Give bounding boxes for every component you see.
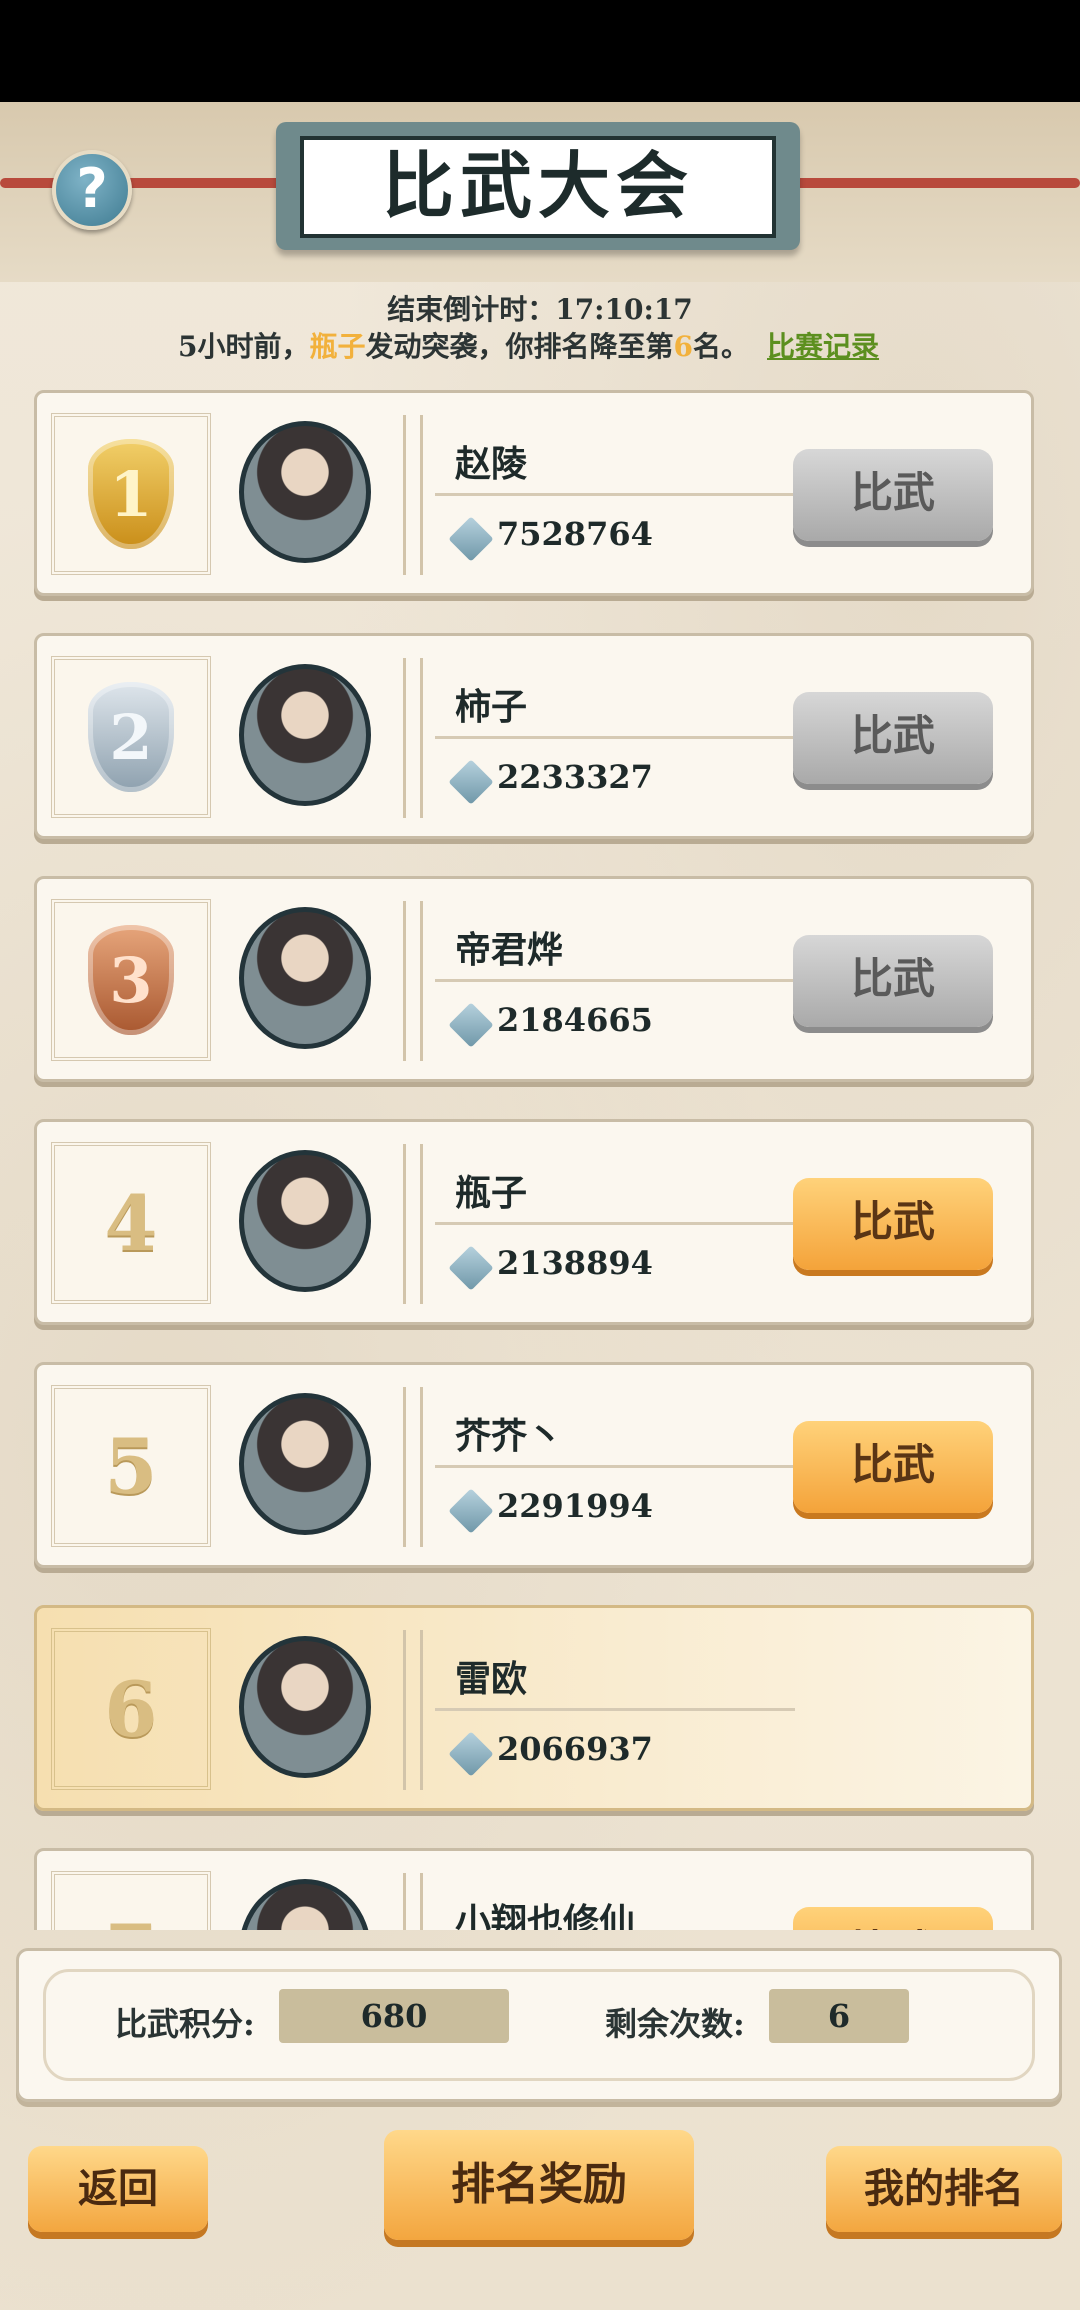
- crossed-swords-icon: [448, 1488, 494, 1534]
- divider: [403, 1873, 423, 1930]
- player-name: 柿子: [455, 686, 528, 728]
- rank-badge: 7: [51, 1871, 211, 1930]
- avatar[interactable]: [239, 1150, 371, 1292]
- avatar[interactable]: [239, 907, 371, 1049]
- countdown-label: 结束倒计时：: [387, 293, 556, 326]
- crossed-swords-icon: [448, 1731, 494, 1777]
- avatar[interactable]: [239, 664, 371, 806]
- combat-power: 7528764: [497, 515, 653, 553]
- score-value: 680: [279, 1989, 509, 2043]
- ranking-list[interactable]: 1 赵陵 7528764 比武 2 柿子 2233327 比武 3 帝君烨 21…: [0, 390, 1080, 1930]
- combat-power: 2233327: [497, 758, 653, 796]
- rank-number: 4: [104, 1178, 158, 1268]
- avatar[interactable]: [239, 1636, 371, 1778]
- player-name: 帝君烨: [455, 929, 564, 971]
- ranking-row: 3 帝君烨 2184665 比武: [34, 876, 1034, 1082]
- divider: [403, 1387, 423, 1547]
- ranking-row: 2 柿子 2233327 比武: [34, 633, 1034, 839]
- avatar[interactable]: [239, 1393, 371, 1535]
- divider: [403, 658, 423, 818]
- player-name: 雷欧: [455, 1658, 528, 1700]
- notice-attacker: 瓶子: [309, 330, 366, 363]
- player-name: 芥芥丶: [455, 1415, 564, 1457]
- divider: [403, 901, 423, 1061]
- rope-left: [0, 178, 300, 188]
- my-rank-button[interactable]: 我的排名: [826, 2146, 1062, 2232]
- rank-badge: 5: [51, 1385, 211, 1547]
- bronze-medal-icon: 3: [88, 925, 174, 1035]
- ranking-row: 4 瓶子 2138894 比武: [34, 1119, 1034, 1325]
- rank-badge: 1: [51, 413, 211, 575]
- divider: [435, 1465, 795, 1468]
- divider: [435, 979, 795, 982]
- rope-right: [776, 178, 1080, 188]
- rank-badge: 2: [51, 656, 211, 818]
- crossed-swords-icon: [448, 516, 494, 562]
- avatar[interactable]: [239, 1879, 371, 1930]
- combat-power: 2138894: [497, 1244, 653, 1282]
- notice-middle: 发动突袭，你排名降至第: [365, 330, 674, 363]
- challenge-button[interactable]: 比武: [793, 692, 993, 784]
- crossed-swords-icon: [448, 1245, 494, 1291]
- divider: [435, 1708, 795, 1711]
- notice-rank: 6: [673, 330, 693, 363]
- avatar[interactable]: [239, 421, 371, 563]
- score-label: 比武积分:: [115, 2005, 255, 2043]
- divider: [435, 1222, 795, 1225]
- silver-medal-icon: 2: [88, 682, 174, 792]
- remaining-value: 6: [769, 1989, 909, 2043]
- gold-medal-icon: 1: [88, 439, 174, 549]
- ranking-row: 1 赵陵 7528764 比武: [34, 390, 1034, 596]
- player-name: 赵陵: [455, 443, 528, 485]
- divider: [403, 1144, 423, 1304]
- page-title: 比武大会: [300, 136, 776, 238]
- ranking-row: 5 芥芥丶 2291994 比武: [34, 1362, 1034, 1568]
- divider: [435, 493, 795, 496]
- crossed-swords-icon: [448, 759, 494, 805]
- summary-panel: 比武积分: 680 剩余次数: 6: [16, 1948, 1062, 2102]
- back-button[interactable]: 返回: [28, 2146, 208, 2232]
- countdown-value: 17:10:17: [555, 293, 693, 326]
- divider: [435, 736, 795, 739]
- remaining-label: 剩余次数:: [605, 2005, 745, 2043]
- challenge-button[interactable]: 比武: [793, 1421, 993, 1513]
- divider: [403, 415, 423, 575]
- ranking-row: 7 小翔也修仙 比武: [34, 1848, 1034, 1930]
- combat-power: 2291994: [497, 1487, 653, 1525]
- ranking-row-self: 6 雷欧 2066937: [34, 1605, 1034, 1811]
- rank-badge: 4: [51, 1142, 211, 1304]
- rank-number: 6: [104, 1664, 158, 1754]
- rank-number: 5: [104, 1421, 158, 1511]
- player-name: 瓶子: [455, 1172, 528, 1214]
- challenge-button[interactable]: 比武: [793, 1178, 993, 1270]
- rank-reward-button[interactable]: 排名奖励: [384, 2130, 694, 2240]
- status-bar: [0, 0, 1080, 102]
- divider: [403, 1630, 423, 1790]
- crossed-swords-icon: [448, 1002, 494, 1048]
- rank-badge: 3: [51, 899, 211, 1061]
- rank-badge: 6: [51, 1628, 211, 1790]
- combat-power: 2184665: [497, 1001, 653, 1039]
- challenge-button[interactable]: 比武: [793, 935, 993, 1027]
- countdown: 结束倒计时：17:10:17: [0, 288, 1080, 328]
- notice-prefix: 5小时前，: [178, 330, 310, 363]
- raid-notice: 5小时前，瓶子发动突袭，你排名降至第6名。 比赛记录: [178, 325, 879, 365]
- combat-power: 2066937: [497, 1730, 653, 1768]
- match-record-link[interactable]: 比赛记录: [767, 330, 879, 363]
- player-name: 小翔也修仙: [455, 1901, 636, 1930]
- notice-suffix: 名。: [693, 330, 750, 363]
- help-button[interactable]: ?: [52, 150, 132, 230]
- challenge-button[interactable]: 比武: [793, 1907, 993, 1930]
- challenge-button[interactable]: 比武: [793, 449, 993, 541]
- rank-number: 7: [105, 1908, 158, 1931]
